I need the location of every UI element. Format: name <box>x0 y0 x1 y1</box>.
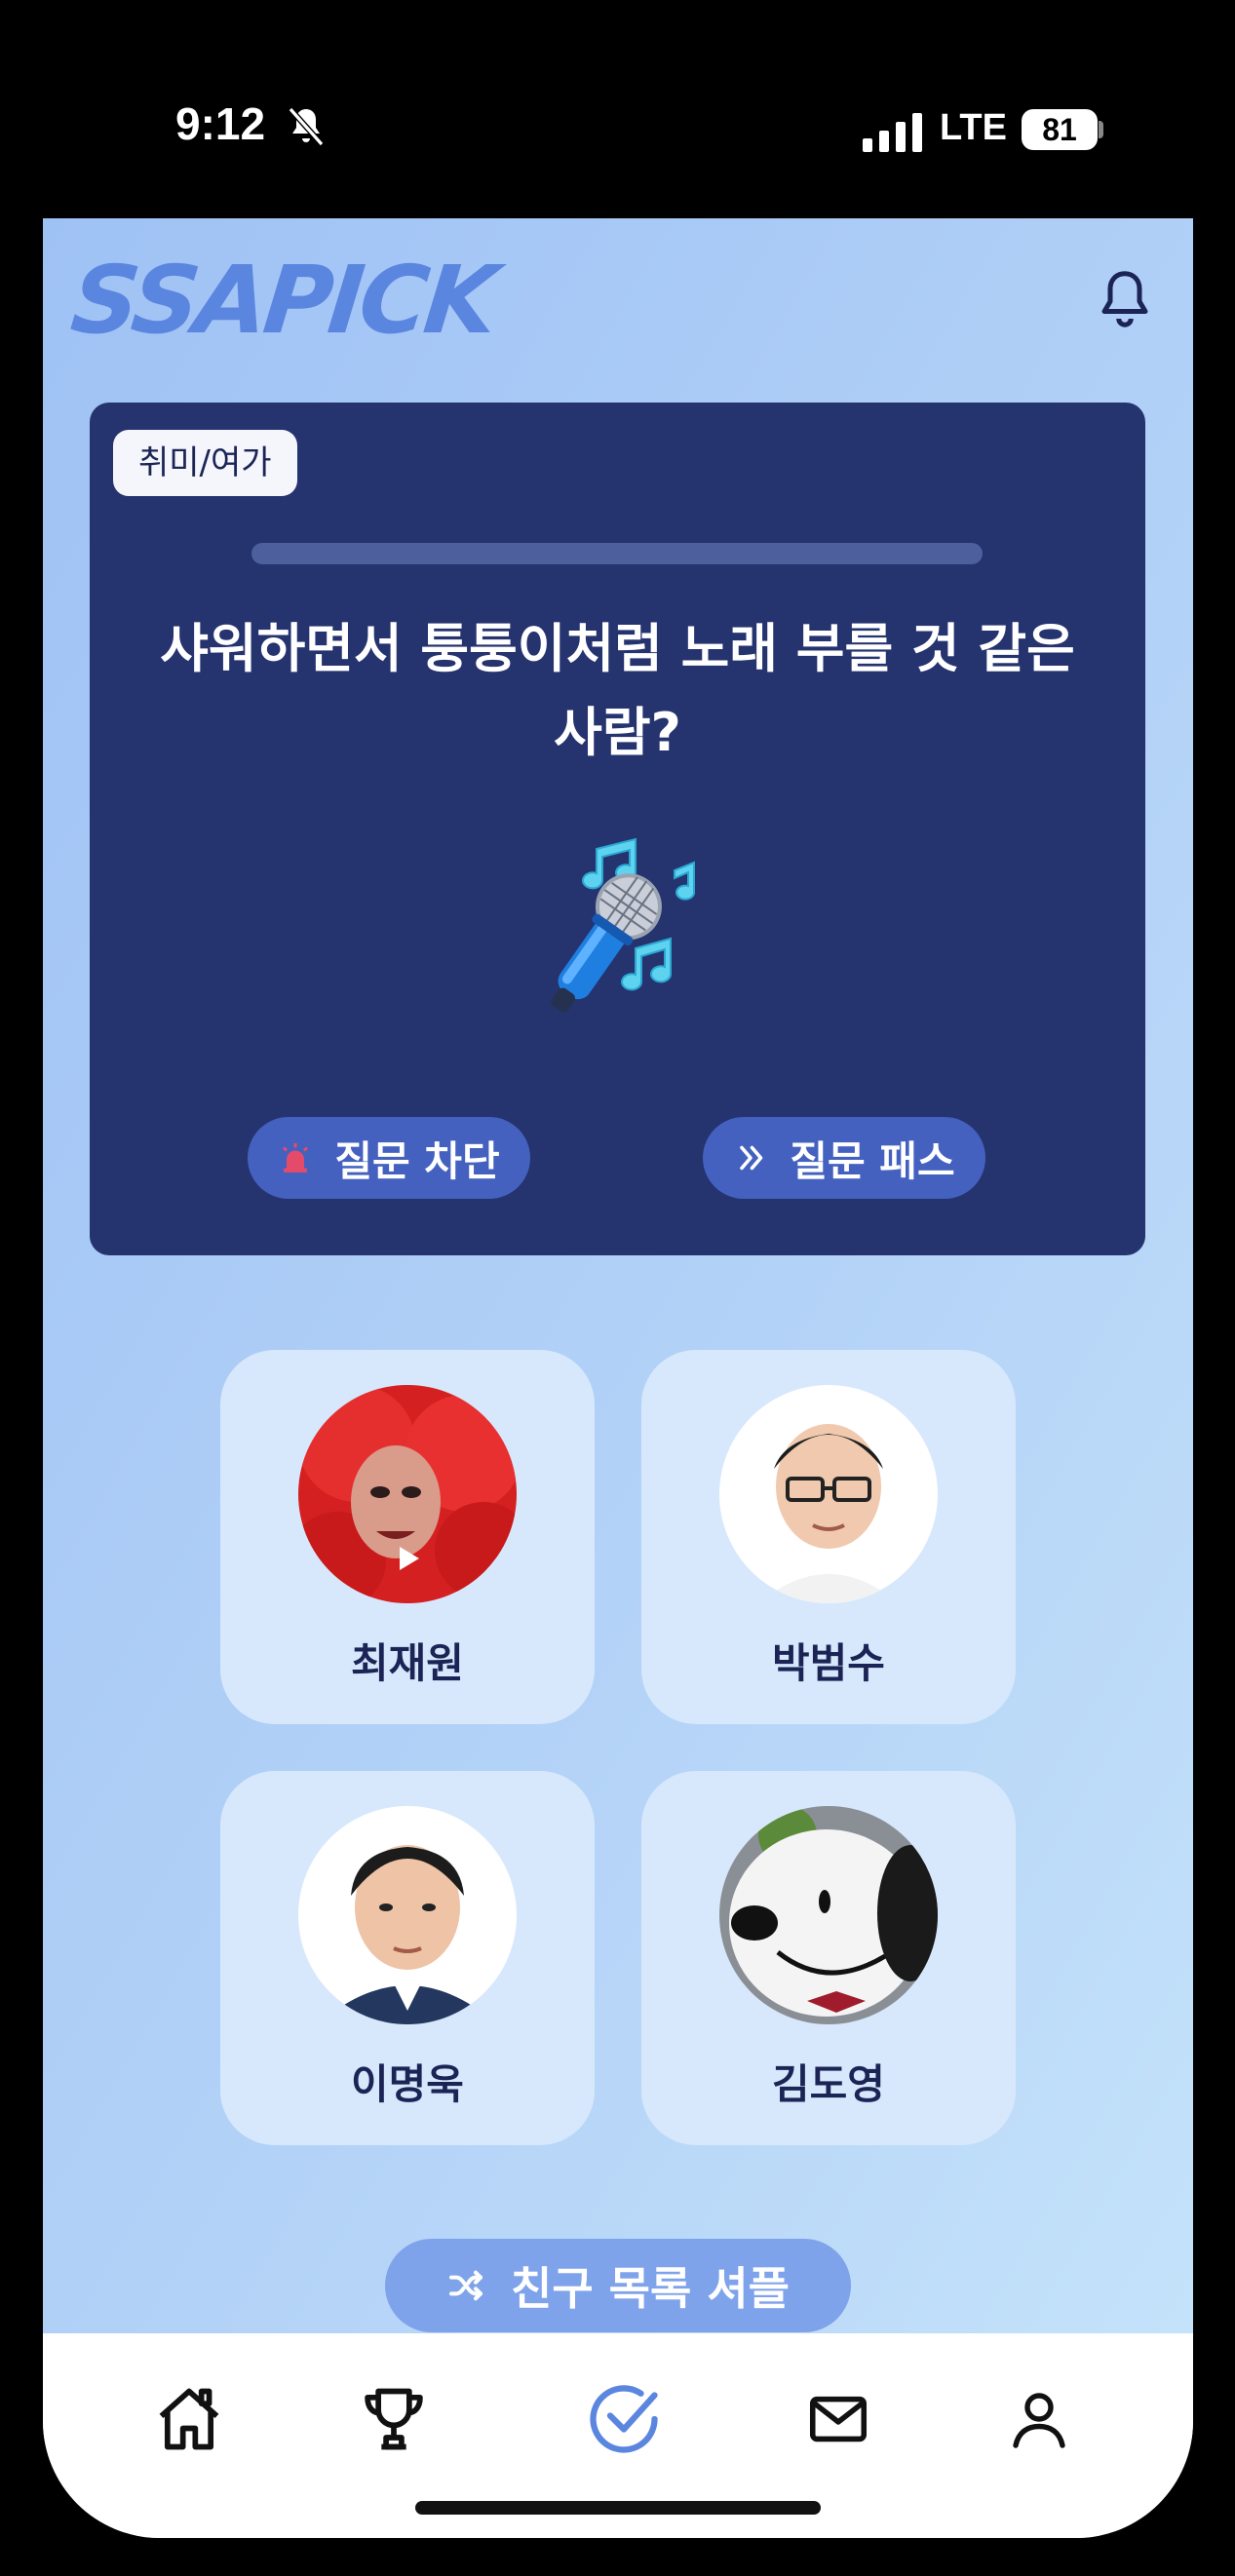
block-question-button[interactable]: 질문 차단 <box>248 1117 530 1199</box>
question-card: 취미/여가 샤워하면서 퉁퉁이처럼 노래 부를 것 같은 사람? 질문 차단 질… <box>90 403 1145 1255</box>
tab-messages[interactable] <box>797 2378 879 2460</box>
battery-indicator: 81 <box>1022 109 1098 150</box>
tab-profile[interactable] <box>998 2378 1080 2460</box>
avatar <box>719 1806 938 2024</box>
home-indicator[interactable] <box>415 2501 821 2515</box>
vote-check-icon <box>590 2385 658 2453</box>
notification-bell-icon[interactable] <box>1096 267 1154 331</box>
microphone-music-icon <box>551 837 696 1013</box>
siren-icon <box>278 1140 313 1175</box>
home-icon <box>159 2388 219 2450</box>
tab-home[interactable] <box>148 2378 230 2460</box>
friend-name: 김도영 <box>772 2060 885 2108</box>
question-progress-bar <box>251 543 983 564</box>
profile-icon <box>1013 2393 1065 2448</box>
trophy-icon <box>365 2388 423 2450</box>
shuffle-icon <box>446 2266 485 2305</box>
network-label: LTE <box>940 107 1007 148</box>
pass-question-button[interactable]: 질문 패스 <box>703 1117 985 1199</box>
status-time: 9:12 <box>175 98 266 149</box>
avatar <box>298 1806 517 2024</box>
friend-option-card[interactable]: 박범수 <box>641 1350 1016 1724</box>
bell-muted-icon <box>288 107 325 146</box>
block-question-label: 질문 차단 <box>334 1136 500 1185</box>
shuffle-friends-label: 친구 목록 셔플 <box>511 2262 790 2315</box>
question-text: 샤워하면서 퉁퉁이처럼 노래 부를 것 같은 사람? <box>160 618 1075 763</box>
tab-ranking[interactable] <box>353 2378 435 2460</box>
friend-name: 박범수 <box>772 1639 885 1687</box>
signal-icon <box>863 113 922 152</box>
avatar <box>719 1385 938 1603</box>
friend-name: 최재원 <box>351 1639 464 1687</box>
shuffle-friends-button[interactable]: 친구 목록 셔플 <box>385 2239 851 2332</box>
double-chevron-right-icon <box>733 1140 768 1175</box>
friend-option-card[interactable]: 최재원 <box>220 1350 595 1724</box>
avatar <box>298 1385 517 1603</box>
friend-option-card[interactable]: 이명욱 <box>220 1771 595 2145</box>
friend-name: 이명욱 <box>351 2060 464 2108</box>
mail-icon <box>809 2396 868 2442</box>
app-screen: SSAPICK 취미/여가 샤워하면서 퉁퉁이처럼 노래 부를 것 같은 사람? <box>43 218 1193 2538</box>
friend-option-card[interactable]: 김도영 <box>641 1771 1016 2145</box>
app-logo: SSAPICK <box>66 246 499 355</box>
category-badge: 취미/여가 <box>113 430 297 496</box>
phone-frame: 9:12 LTE 81 SSAPICK 취미/여가 샤워하면서 퉁퉁이처럼 노래… <box>0 0 1235 2576</box>
pass-question-label: 질문 패스 <box>790 1136 955 1185</box>
battery-nub <box>1099 121 1103 138</box>
tab-vote[interactable] <box>583 2378 665 2460</box>
